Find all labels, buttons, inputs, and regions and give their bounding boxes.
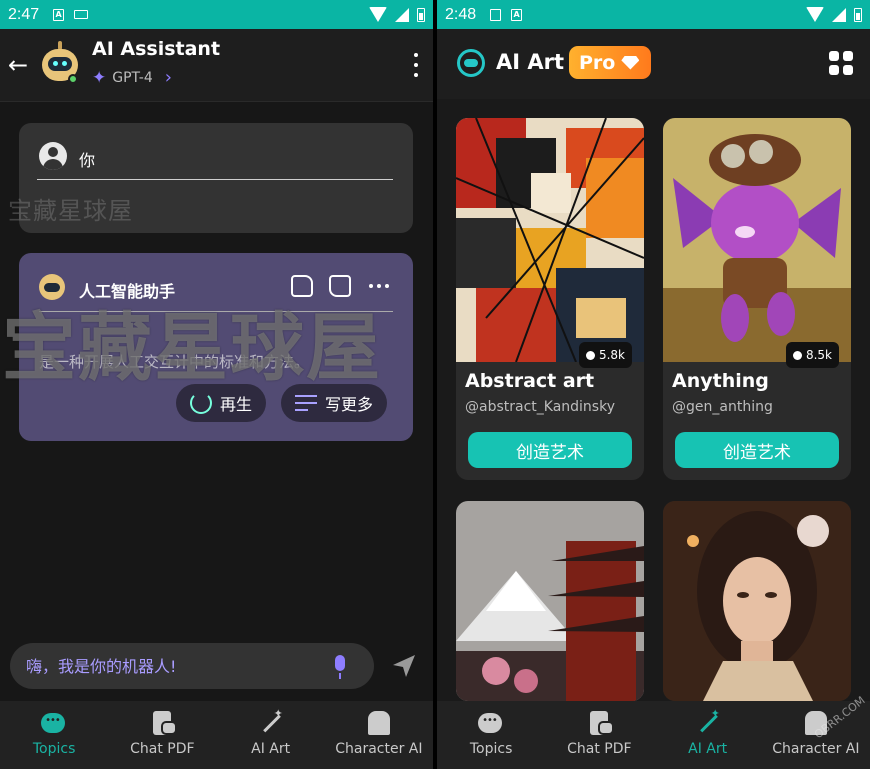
image-notification-icon bbox=[490, 8, 502, 21]
notification-a-icon: A bbox=[53, 8, 65, 21]
abstract-art-image bbox=[456, 118, 644, 362]
send-icon[interactable] bbox=[390, 652, 418, 680]
nav-chat-pdf[interactable]: Chat PDF bbox=[108, 701, 216, 769]
model-selector[interactable]: ✦ GPT-4 › bbox=[92, 67, 172, 88]
assistant-title: AI Assistant bbox=[92, 38, 221, 60]
nav-ai-art[interactable]: AI Art bbox=[217, 701, 325, 769]
battery-icon bbox=[854, 7, 862, 22]
ai-art-header: AI Art Pro bbox=[437, 29, 870, 99]
nav-ai-art[interactable]: AI Art bbox=[654, 701, 762, 769]
more-options-icon[interactable] bbox=[413, 53, 419, 77]
portrait-art-image bbox=[663, 501, 851, 701]
users-icon bbox=[792, 350, 802, 360]
status-time: 2:47 bbox=[8, 5, 40, 23]
magic-wand-icon bbox=[258, 707, 284, 735]
pro-label: Pro bbox=[579, 51, 616, 74]
page-title: AI Art bbox=[496, 50, 565, 74]
notification-a-icon: A bbox=[511, 8, 523, 21]
nav-label: Character AI bbox=[772, 741, 860, 757]
art-style-card[interactable] bbox=[663, 501, 851, 701]
chat-header: ← AI Assistant ✦ GPT-4 › bbox=[0, 29, 433, 102]
bottom-navigation: Topics Chat PDF AI Art Character AI bbox=[437, 701, 870, 769]
nav-chat-pdf[interactable]: Chat PDF bbox=[545, 701, 653, 769]
anything-art-image bbox=[663, 118, 851, 362]
signal-icon bbox=[395, 7, 409, 22]
diamond-icon bbox=[621, 55, 640, 70]
wifi-icon bbox=[369, 7, 387, 22]
robot-logo-icon bbox=[457, 49, 485, 77]
divider bbox=[37, 179, 393, 180]
microphone-icon[interactable] bbox=[333, 655, 347, 679]
art-style-card[interactable]: 8.5k Anything @gen_anthing 创造艺术 bbox=[663, 118, 851, 480]
pagoda-art-image bbox=[456, 501, 644, 701]
users-icon bbox=[585, 350, 595, 360]
grid-menu-icon[interactable] bbox=[829, 51, 853, 75]
back-arrow-icon[interactable]: ← bbox=[8, 53, 28, 77]
nav-label: Chat PDF bbox=[130, 741, 195, 757]
chat-bubble-icon bbox=[41, 713, 66, 733]
nav-label: Character AI bbox=[335, 741, 423, 757]
pro-badge[interactable]: Pro bbox=[569, 46, 651, 79]
nav-topics[interactable]: Topics bbox=[0, 701, 108, 769]
user-avatar-icon bbox=[39, 142, 67, 170]
create-art-button[interactable]: 创造艺术 bbox=[468, 432, 632, 468]
nav-label: Topics bbox=[469, 741, 513, 757]
keyboard-icon bbox=[74, 10, 89, 19]
users-count: 5.8k bbox=[598, 348, 625, 362]
card-handle: @gen_anthing bbox=[672, 399, 773, 415]
pdf-chat-icon bbox=[590, 711, 615, 735]
art-style-card[interactable] bbox=[456, 501, 644, 701]
chat-bubble-icon bbox=[478, 713, 503, 733]
user-name: 你 bbox=[79, 151, 96, 170]
wifi-icon bbox=[806, 7, 824, 22]
nav-label: AI Art bbox=[688, 741, 728, 757]
status-time: 2:48 bbox=[445, 5, 477, 23]
chevron-right-icon: › bbox=[164, 67, 172, 88]
character-icon bbox=[367, 711, 390, 735]
magic-wand-icon bbox=[695, 707, 721, 735]
users-count-badge: 5.8k bbox=[578, 342, 632, 368]
users-count: 8.5k bbox=[805, 348, 832, 362]
pdf-chat-icon bbox=[153, 711, 178, 735]
nav-label: AI Art bbox=[251, 741, 291, 757]
art-style-card[interactable]: 5.8k Abstract art @abstract_Kandinsky 创造… bbox=[456, 118, 644, 480]
ai-art-screen: 2:48 A AI Art Pro 5.8k Abstract art @abs… bbox=[437, 0, 870, 769]
watermark-small: 宝藏星球屋 bbox=[8, 197, 133, 225]
model-name: GPT-4 bbox=[112, 69, 153, 86]
refresh-icon bbox=[190, 392, 212, 414]
nav-label: Topics bbox=[32, 741, 76, 757]
online-status-icon bbox=[68, 74, 78, 84]
sparkle-icon: ✦ bbox=[92, 67, 107, 88]
nav-character-ai[interactable]: Character AI bbox=[325, 701, 433, 769]
card-handle: @abstract_Kandinsky bbox=[465, 399, 615, 415]
nav-topics[interactable]: Topics bbox=[437, 701, 545, 769]
card-title: Abstract art bbox=[465, 370, 595, 392]
card-title: Anything bbox=[672, 370, 769, 392]
message-input[interactable] bbox=[10, 643, 374, 689]
nav-label: Chat PDF bbox=[567, 741, 632, 757]
bottom-navigation: Topics Chat PDF AI Art Character AI bbox=[0, 701, 433, 769]
write-more-icon bbox=[295, 395, 317, 411]
status-bar: 2:48 A bbox=[437, 0, 870, 29]
watermark-large: 宝藏星球屋 bbox=[2, 305, 382, 391]
status-bar: 2:47 A bbox=[0, 0, 433, 29]
assistant-avatar bbox=[40, 41, 80, 85]
users-count-badge: 8.5k bbox=[785, 342, 839, 368]
create-art-button[interactable]: 创造艺术 bbox=[675, 432, 839, 468]
battery-icon bbox=[417, 7, 425, 22]
signal-icon bbox=[832, 7, 846, 22]
